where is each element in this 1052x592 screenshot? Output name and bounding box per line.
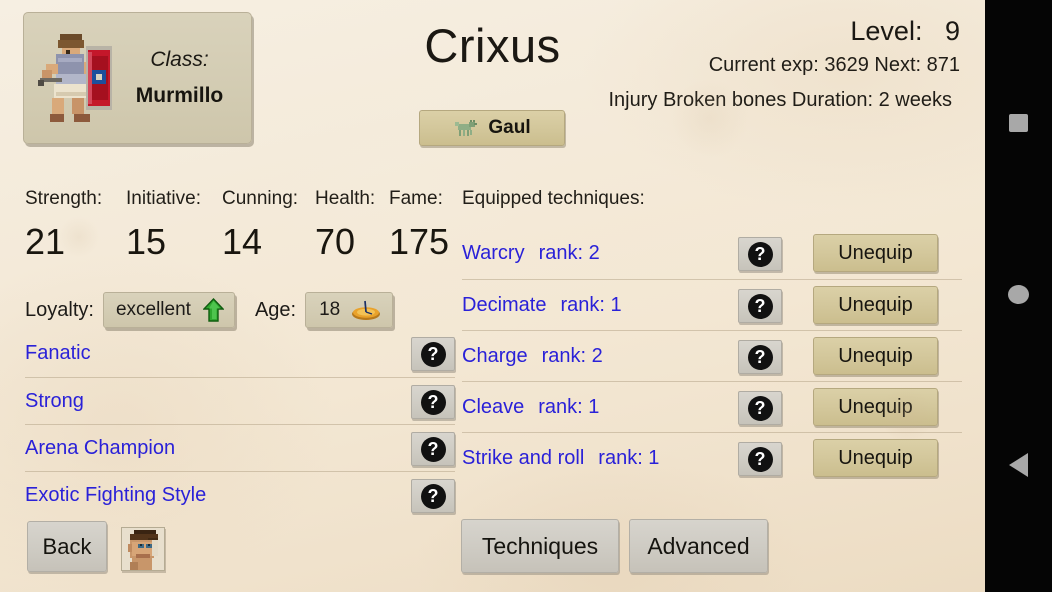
stat-value: 15 (126, 221, 167, 262)
portrait-button[interactable] (121, 527, 165, 571)
square-recents-icon (1009, 114, 1028, 132)
technique-row[interactable]: Warcry rank: 2 ? Unequip (462, 228, 962, 279)
question-mark-icon: ? (420, 436, 446, 462)
experience-line: Current exp: 3629 Next: 871 (708, 54, 960, 76)
gladiator-detail-screen: Class: Murmillo Crixus Gaul Level: 9 Cur… (0, 0, 985, 592)
injury-line: Injury Broken bones Duration: 2 weeks (608, 89, 952, 111)
arrow-up-icon (202, 298, 224, 322)
equipped-techniques-header: Equipped techniques: (462, 188, 645, 209)
technique-row[interactable]: Strike and roll rank: 1 ? Unequip (462, 432, 962, 483)
loyalty-value-pill[interactable]: excellent (102, 292, 235, 328)
trait-help-button[interactable]: ? (411, 337, 455, 371)
stat-fame: Fame: 175 (389, 188, 459, 263)
stat-initiative: Initiative: 15 (126, 188, 222, 263)
back-button[interactable]: Back (27, 521, 107, 572)
unequip-button[interactable]: Unequip (813, 439, 938, 477)
trait-help-button[interactable]: ? (411, 432, 455, 466)
technique-rank: rank: 1 (598, 446, 660, 469)
technique-help-button[interactable]: ? (738, 237, 782, 271)
loyalty-age-row: Loyalty: excellent Age: 18 (25, 292, 394, 328)
origin-button[interactable]: Gaul (419, 110, 565, 146)
origin-label: Gaul (488, 117, 531, 138)
question-mark-icon: ? (420, 341, 446, 367)
technique-row[interactable]: Charge rank: 2 ? Unequip (462, 330, 962, 381)
question-mark-icon: ? (747, 293, 773, 319)
stat-strength: Strength: 21 (25, 188, 126, 263)
unequip-button[interactable]: Unequip (813, 286, 938, 324)
loyalty-value: excellent (115, 299, 191, 320)
trait-row[interactable]: Exotic Fighting Style ? (25, 471, 455, 518)
trait-help-button[interactable]: ? (411, 385, 455, 419)
equipped-techniques-panel: Equipped techniques: Warcry rank: 2 ? Un… (462, 188, 962, 483)
stats-row: Strength: 21 Initiative: 15 Cunning: 14 … (25, 188, 459, 263)
trait-name[interactable]: Arena Champion (25, 437, 175, 460)
home-button[interactable] (985, 264, 1052, 324)
question-mark-icon: ? (420, 483, 446, 509)
technique-row[interactable]: Cleave rank: 1 ? Unequip (462, 381, 962, 432)
technique-help-button[interactable]: ? (738, 391, 782, 425)
loyalty-label: Loyalty: (25, 298, 94, 321)
technique-rank: rank: 2 (541, 344, 603, 367)
technique-name[interactable]: Strike and roll (462, 447, 584, 470)
technique-rank: rank: 1 (538, 395, 600, 418)
unequip-button[interactable]: Unequip (813, 234, 938, 272)
stat-label: Health: (315, 188, 376, 209)
question-mark-icon: ? (747, 241, 773, 267)
boar-icon (455, 120, 478, 136)
technique-name[interactable]: Charge (462, 345, 528, 368)
trait-help-button[interactable]: ? (411, 479, 455, 513)
stat-label: Initiative: (126, 188, 201, 209)
technique-rank: rank: 2 (538, 242, 600, 264)
advanced-button[interactable]: Advanced (629, 519, 768, 573)
age-value-pill[interactable]: 18 (305, 292, 394, 328)
stat-value: 175 (389, 221, 450, 262)
sundial-icon (352, 300, 381, 320)
unequip-button[interactable]: Unequip (813, 337, 938, 375)
technique-name[interactable]: Decimate (462, 294, 546, 317)
level-line: Level: 9 (850, 16, 960, 47)
question-mark-icon: ? (747, 395, 773, 421)
screen: Class: Murmillo Crixus Gaul Level: 9 Cur… (0, 0, 1052, 592)
triangle-back-icon (1009, 453, 1028, 477)
age-label: Age: (254, 298, 297, 321)
stat-label: Strength: (25, 188, 103, 209)
stat-label: Cunning: (222, 188, 299, 209)
trait-row[interactable]: Strong ? (25, 377, 455, 424)
question-mark-icon: ? (747, 446, 773, 472)
system-back-button[interactable] (985, 435, 1052, 495)
unequip-button[interactable]: Unequip (813, 388, 938, 426)
gladiator-portrait-icon (122, 528, 164, 570)
level-value: 9 (944, 16, 960, 46)
android-navigation-bar (985, 0, 1052, 592)
technique-row[interactable]: Decimate rank: 1 ? Unequip (462, 279, 962, 330)
stat-value: 70 (315, 221, 356, 262)
recents-button[interactable] (985, 93, 1052, 153)
technique-name[interactable]: Cleave (462, 396, 524, 419)
stat-label: Fame: (389, 188, 443, 209)
techniques-list: Warcry rank: 2 ? Unequip Decimate rank: … (462, 228, 962, 483)
technique-rank: rank: 1 (560, 293, 622, 316)
stat-health: Health: 70 (315, 188, 389, 263)
technique-help-button[interactable]: ? (738, 289, 782, 323)
technique-name[interactable]: Warcry (462, 242, 525, 265)
question-mark-icon: ? (420, 389, 446, 415)
level-label: Level: (850, 16, 923, 46)
stat-value: 21 (25, 221, 66, 262)
age-value: 18 (319, 299, 341, 320)
trait-row[interactable]: Fanatic ? (25, 330, 455, 377)
technique-help-button[interactable]: ? (738, 442, 782, 476)
trait-name[interactable]: Exotic Fighting Style (25, 484, 206, 507)
stat-value: 14 (222, 221, 263, 262)
trait-name[interactable]: Strong (25, 390, 84, 413)
question-mark-icon: ? (747, 344, 773, 370)
stat-cunning: Cunning: 14 (222, 188, 315, 263)
techniques-button[interactable]: Techniques (461, 519, 619, 573)
class-value: Murmillo (135, 84, 224, 107)
trait-row[interactable]: Arena Champion ? (25, 424, 455, 471)
technique-help-button[interactable]: ? (738, 340, 782, 374)
trait-name[interactable]: Fanatic (25, 342, 91, 365)
traits-list: Fanatic ? Strong ? Arena Champion ? Exot… (25, 330, 455, 518)
circle-home-icon (1008, 284, 1029, 304)
